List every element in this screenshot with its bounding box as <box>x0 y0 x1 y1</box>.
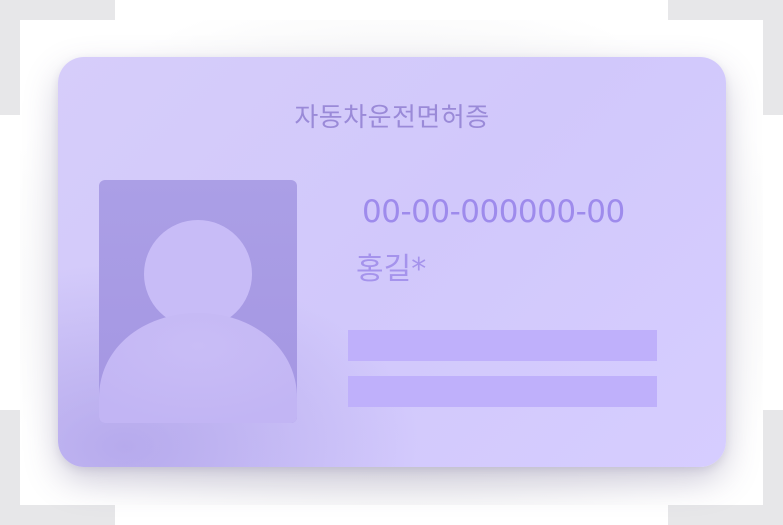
id-photo <box>99 180 297 423</box>
frame-corner-bottom-left-vertical <box>0 410 20 525</box>
holder-name: 홍길* <box>356 252 427 287</box>
frame-corner-bottom-right-vertical <box>763 410 783 525</box>
drivers-license-card: 자동차운전면허증 00-00-000000-00 홍길* <box>58 57 726 467</box>
person-silhouette-icon <box>99 220 297 423</box>
frame-corner-top-right-vertical <box>763 0 783 115</box>
card-title: 자동차운전면허증 <box>294 103 490 133</box>
placeholder-bar <box>348 376 657 407</box>
license-number: 00-00-000000-00 <box>362 194 625 230</box>
frame-corner-top-left-vertical <box>0 0 20 115</box>
placeholder-bar <box>348 330 657 361</box>
